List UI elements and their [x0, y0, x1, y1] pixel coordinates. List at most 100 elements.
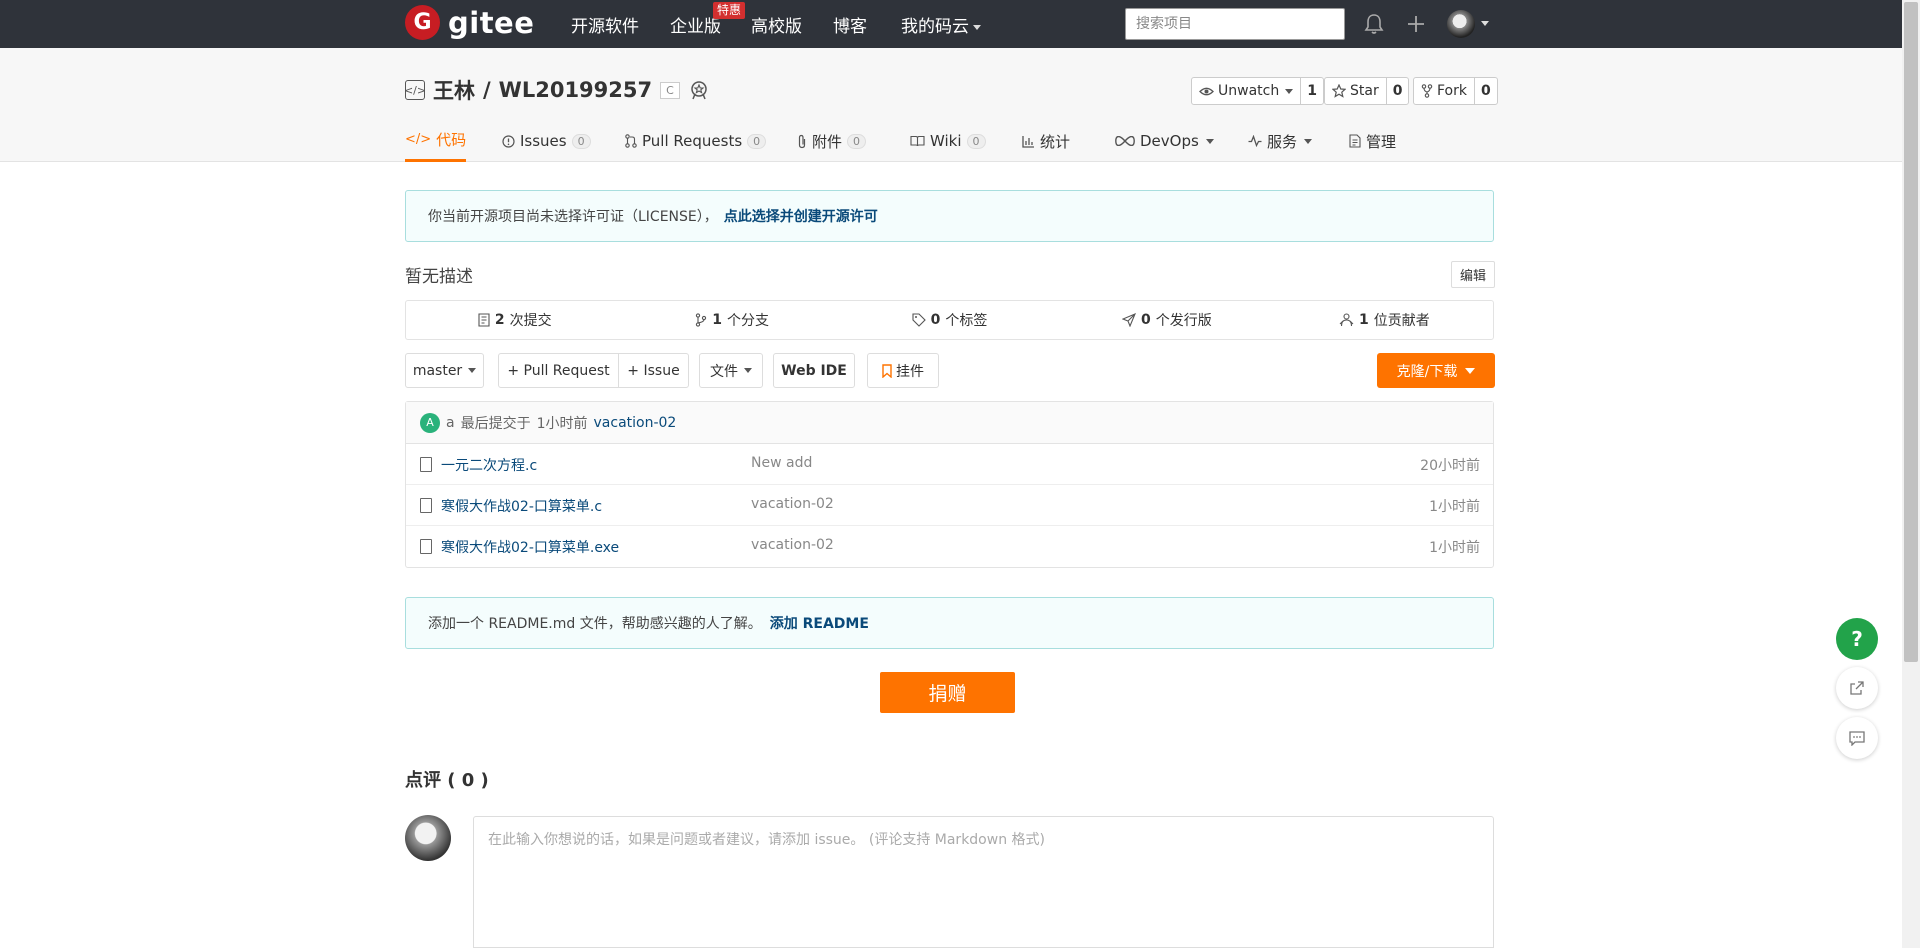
widget-label: 挂件 [896, 363, 924, 380]
tab-issues[interactable]: Issues 0 [502, 120, 591, 162]
stat-releases[interactable]: 0 个发行版 [1058, 301, 1275, 339]
new-pull-request-button[interactable]: + Pull Request [498, 353, 619, 388]
project-separator: / [483, 78, 491, 102]
file-icon [420, 539, 432, 554]
branch-select[interactable]: master [405, 353, 484, 388]
tab-wiki-label: Wiki [930, 132, 962, 150]
scrollbar-thumb[interactable] [1904, 2, 1918, 662]
file-row: 一元二次方程.c New add 20小时前 [406, 444, 1493, 485]
search-input[interactable] [1125, 8, 1345, 40]
star-button-group: Star 0 [1324, 77, 1410, 105]
commit-author-avatar[interactable]: A [420, 412, 440, 433]
chevron-down-icon [1285, 88, 1294, 94]
help-button[interactable]: ? [1836, 618, 1878, 660]
commit-author[interactable]: a [446, 415, 455, 431]
file-commit-message[interactable]: vacation-02 [751, 496, 834, 512]
star-count[interactable]: 0 [1385, 78, 1409, 104]
donate-button[interactable]: 捐赠 [880, 672, 1015, 713]
star-label: Star [1350, 83, 1379, 99]
user-avatar[interactable] [1447, 10, 1475, 38]
language-tag[interactable]: C [660, 81, 680, 99]
fork-count[interactable]: 0 [1473, 78, 1497, 104]
repo-description: 暂无描述 [405, 267, 473, 287]
tag-icon [912, 313, 926, 327]
nav-my-gitee[interactable]: 我的码云 [901, 12, 981, 37]
comment-input[interactable] [473, 816, 1494, 948]
feedback-button[interactable] [1836, 717, 1878, 759]
tab-pull-requests-label: Pull Requests [642, 132, 743, 150]
nav-education[interactable]: 高校版 [751, 12, 802, 37]
file-name-link[interactable]: 寒假大作战02-口算菜单.c [441, 496, 602, 516]
nav-blog[interactable]: 博客 [833, 12, 867, 37]
stat-contributors-label: 位贡献者 [1373, 313, 1430, 329]
commit-list-icon [478, 313, 490, 327]
vertical-scrollbar[interactable] [1902, 0, 1920, 948]
tab-services-label: 服务 [1267, 132, 1298, 151]
chevron-down-icon [744, 368, 752, 373]
edit-description-button[interactable]: 编辑 [1451, 261, 1495, 288]
file-list: A a 最后提交于 1小时前 vacation-02 一元二次方程.c New … [405, 401, 1494, 568]
avatar-chevron-down-icon[interactable] [1481, 21, 1489, 26]
clone-download-button[interactable]: 克隆/下载 [1377, 353, 1495, 388]
fork-button-group: Fork 0 [1413, 77, 1498, 105]
widget-button[interactable]: 挂件 [867, 353, 939, 388]
stat-releases-count: 0 [1141, 312, 1151, 328]
stat-tags[interactable]: 0 个标签 [841, 301, 1058, 339]
paperclip-icon [798, 134, 806, 148]
tab-pull-requests-count: 0 [747, 133, 767, 149]
project-name[interactable]: WL20199257 [499, 78, 652, 102]
file-name-link[interactable]: 一元二次方程.c [441, 455, 537, 475]
stat-contributors[interactable]: 1 位贡献者 [1276, 301, 1493, 339]
award-badge-icon[interactable] [688, 79, 710, 101]
plus-icon[interactable] [1404, 12, 1428, 36]
gitee-logo[interactable]: G gitee [405, 5, 534, 40]
nav-open-source[interactable]: 开源软件 [571, 12, 639, 37]
stat-branches-count: 1 [712, 312, 722, 328]
notification-bell-icon[interactable] [1362, 12, 1386, 36]
fork-icon [1421, 84, 1433, 98]
tab-code[interactable]: </> 代码 [405, 120, 467, 162]
project-owner[interactable]: 王林 [433, 75, 475, 105]
chevron-down-icon [1465, 367, 1476, 374]
fork-button[interactable]: Fork [1414, 78, 1474, 104]
unwatch-label: Unwatch [1218, 83, 1280, 99]
tab-stats-label: 统计 [1040, 132, 1071, 151]
contributors-icon [1339, 313, 1354, 327]
file-name-link[interactable]: 寒假大作战02-口算菜单.exe [441, 537, 619, 557]
issue-icon [502, 134, 515, 148]
tab-pull-requests[interactable]: Pull Requests 0 [625, 120, 767, 162]
tab-stats[interactable]: 统计 [1022, 120, 1070, 162]
add-readme-link[interactable]: 添加 README [770, 613, 869, 633]
tab-attachments-label: 附件 [812, 132, 843, 151]
readme-notice: 添加一个 README.md 文件，帮助感兴趣的人了解。 添加 README [405, 597, 1494, 649]
nav-my-gitee-label: 我的码云 [901, 17, 969, 37]
create-license-link[interactable]: 点此选择并创建开源许可 [724, 206, 878, 226]
watch-count[interactable]: 1 [1300, 78, 1323, 104]
eye-icon [1199, 87, 1214, 95]
tab-manage-label: 管理 [1366, 132, 1397, 151]
tab-devops[interactable]: DevOps [1115, 120, 1214, 162]
tab-services[interactable]: 服务 [1248, 120, 1313, 162]
file-commit-message[interactable]: vacation-02 [751, 537, 834, 553]
file-menu-button[interactable]: 文件 [699, 353, 763, 388]
tab-attachments[interactable]: 附件 0 [797, 120, 867, 162]
share-button[interactable] [1836, 667, 1878, 709]
tab-wiki[interactable]: Wiki 0 [910, 120, 986, 162]
tab-manage[interactable]: 管理 [1349, 120, 1396, 162]
code-icon: </> [405, 132, 432, 147]
pulse-icon [1248, 135, 1262, 147]
file-commit-message[interactable]: New add [751, 455, 812, 471]
stat-branches[interactable]: 1 个分支 [623, 301, 840, 339]
stat-commits[interactable]: 2 次提交 [406, 301, 623, 339]
file-commit-time: 1小时前 [1429, 499, 1480, 515]
new-issue-button[interactable]: + Issue [618, 353, 689, 388]
commit-message[interactable]: vacation-02 [594, 415, 677, 431]
unwatch-button[interactable]: Unwatch [1192, 78, 1300, 104]
chevron-down-icon [973, 24, 981, 30]
license-notice-text: 你当前开源项目尚未选择许可证（LICENSE）， [428, 209, 718, 225]
star-button[interactable]: Star [1325, 78, 1386, 104]
stat-contributors-count: 1 [1358, 312, 1369, 328]
last-commit-row: A a 最后提交于 1小时前 vacation-02 [406, 402, 1493, 444]
stat-commits-count: 2 [494, 312, 505, 328]
web-ide-button[interactable]: Web IDE [773, 353, 855, 388]
